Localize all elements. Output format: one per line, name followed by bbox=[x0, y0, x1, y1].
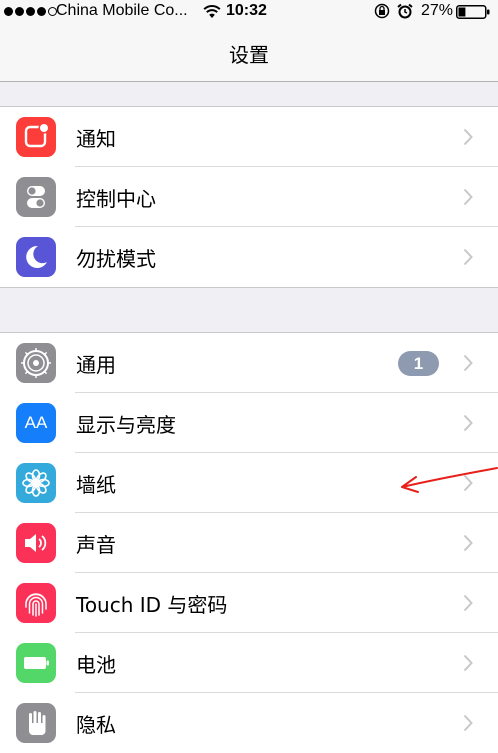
row-label: 显示与亮度 bbox=[76, 413, 176, 437]
row-label: 勿扰模式 bbox=[76, 247, 156, 271]
row-label: 隐私 bbox=[76, 713, 116, 737]
wallpaper-flower-icon bbox=[16, 463, 56, 503]
wifi-icon bbox=[203, 5, 221, 18]
moon-icon bbox=[16, 237, 56, 277]
settings-row-touch-id-passcode[interactable]: Touch ID 与密码 bbox=[0, 573, 498, 633]
settings-row-control-center[interactable]: 控制中心 bbox=[0, 167, 498, 227]
settings-row-battery[interactable]: 电池 bbox=[0, 633, 498, 693]
row-label: 墙纸 bbox=[76, 473, 116, 497]
carrier-name: China Mobile Co... bbox=[56, 2, 188, 19]
chevron-right-icon bbox=[463, 128, 473, 146]
aa-glyph: AA bbox=[24, 413, 48, 432]
row-label: 声音 bbox=[76, 533, 116, 557]
chevron-right-icon bbox=[463, 248, 473, 266]
battery-status-icon bbox=[456, 5, 490, 19]
settings-group-1: 通知 控制中心 勿扰模式 bbox=[0, 106, 498, 288]
chevron-right-icon bbox=[463, 654, 473, 672]
page-title: 设置 bbox=[229, 43, 269, 67]
row-label: 通知 bbox=[76, 127, 116, 151]
chevron-right-icon bbox=[463, 594, 473, 612]
settings-row-notifications[interactable]: 通知 bbox=[0, 107, 498, 167]
settings-row-privacy[interactable]: 隐私 bbox=[0, 693, 498, 753]
battery-icon bbox=[16, 643, 56, 683]
battery-percentage: 27% bbox=[421, 2, 454, 19]
chevron-right-icon bbox=[463, 354, 473, 372]
status-bar: China Mobile Co... 10:32 27% bbox=[0, 0, 498, 24]
settings-group-2: 通用 1 AA 显示与亮度 墙纸 声音 Touch ID 与密码 电池 隐私 bbox=[0, 332, 498, 753]
settings-row-general[interactable]: 通用 1 bbox=[0, 333, 498, 393]
annotation-arrow-icon bbox=[401, 467, 498, 493]
row-label: 通用 bbox=[76, 353, 116, 377]
chevron-right-icon bbox=[463, 714, 473, 732]
settings-row-sounds[interactable]: 声音 bbox=[0, 513, 498, 573]
row-label: 电池 bbox=[76, 653, 116, 677]
rotation-lock-icon bbox=[374, 3, 390, 19]
chevron-right-icon bbox=[463, 188, 473, 206]
chevron-right-icon bbox=[463, 534, 473, 552]
fingerprint-icon bbox=[16, 583, 56, 623]
status-time: 10:32 bbox=[226, 2, 267, 19]
speaker-icon bbox=[16, 523, 56, 563]
navigation-bar: 设置 bbox=[0, 24, 498, 82]
row-label: 控制中心 bbox=[76, 187, 156, 211]
notifications-icon bbox=[16, 117, 56, 157]
update-badge: 1 bbox=[398, 351, 439, 376]
alarm-icon bbox=[397, 3, 413, 19]
settings-row-do-not-disturb[interactable]: 勿扰模式 bbox=[0, 227, 498, 287]
chevron-right-icon bbox=[463, 414, 473, 432]
display-brightness-icon: AA bbox=[16, 403, 56, 443]
gear-icon bbox=[16, 343, 56, 383]
control-center-icon bbox=[16, 177, 56, 217]
row-label: Touch ID 与密码 bbox=[76, 593, 228, 617]
signal-strength-icon bbox=[4, 7, 57, 16]
settings-row-display-brightness[interactable]: AA 显示与亮度 bbox=[0, 393, 498, 453]
hand-icon bbox=[16, 703, 56, 743]
